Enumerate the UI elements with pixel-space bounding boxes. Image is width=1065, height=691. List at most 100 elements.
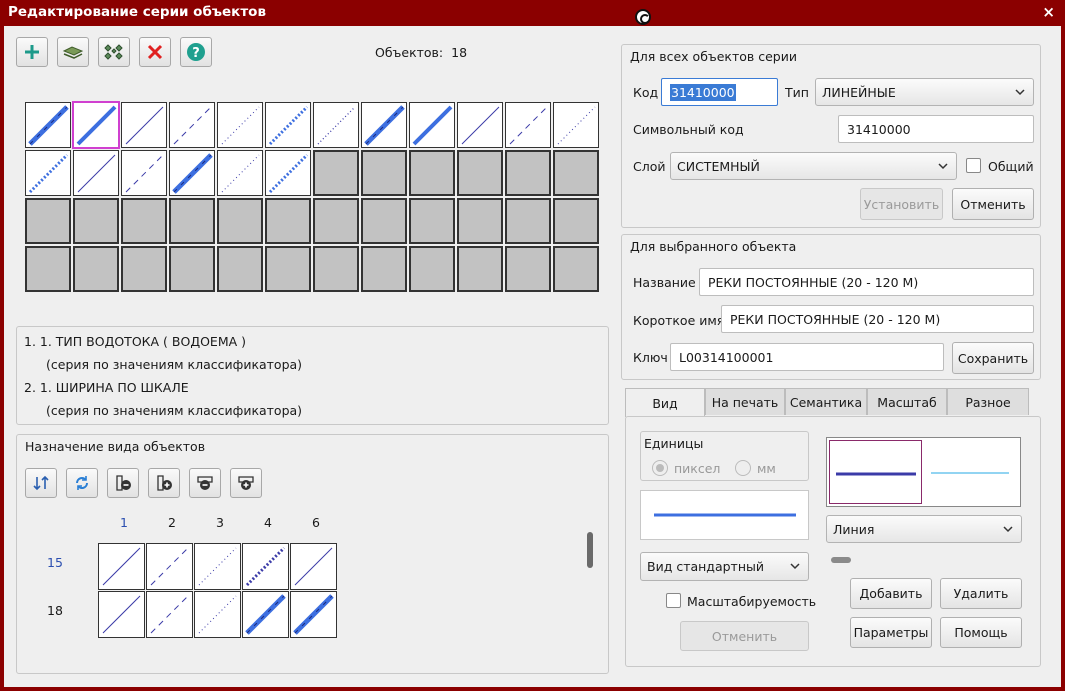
close-button[interactable]: × [1042,3,1055,21]
empty-cell[interactable] [457,246,503,292]
code-input[interactable]: 31410000 [661,78,778,106]
tab-4[interactable]: Разное [947,388,1029,415]
object-cell[interactable] [72,101,120,149]
refresh-button[interactable] [66,468,98,498]
assign-cell[interactable] [194,591,241,638]
empty-cell[interactable] [505,246,551,292]
row-header[interactable]: 18 [47,603,63,618]
object-cell[interactable] [121,102,167,148]
empty-cell[interactable] [457,198,503,244]
object-cell[interactable] [121,150,167,196]
tab-0[interactable]: Вид [625,388,705,417]
title-bar[interactable]: Редактирование серии объектов × [0,0,1065,26]
short-name-input[interactable]: РЕКИ ПОСТОЯННЫЕ (20 - 120 М) [721,305,1034,333]
empty-cell[interactable] [25,198,71,244]
key-input[interactable]: L00314100001 [670,343,944,371]
splitter-handle[interactable] [831,557,851,563]
empty-cell[interactable] [313,150,359,196]
save-button[interactable]: Сохранить [952,342,1034,374]
empty-cell[interactable] [121,198,167,244]
object-cell[interactable] [553,102,599,148]
primitive-1[interactable] [829,440,922,504]
series-item-1-title[interactable]: 1. 1. ТИП ВОДОТОКА ( ВОДОЕМА ) [24,334,246,349]
object-cell[interactable] [505,102,551,148]
tab-2[interactable]: Семантика [785,388,867,415]
assign-cell[interactable] [242,591,289,638]
type-select[interactable]: ЛИНЕЙНЫЕ [815,78,1034,106]
assign-scrollbar[interactable] [587,532,593,568]
object-cell[interactable] [265,150,311,196]
column-header[interactable]: 1 [120,515,128,530]
empty-cell[interactable] [121,246,167,292]
object-cell[interactable] [25,102,71,148]
empty-cell[interactable] [553,198,599,244]
layer-select[interactable]: СИСТЕМНЫЙ [670,152,957,180]
arrange-button[interactable] [25,468,57,498]
empty-cell[interactable] [265,246,311,292]
empty-cell[interactable] [265,198,311,244]
assign-cell[interactable] [146,591,193,638]
empty-cell[interactable] [217,198,263,244]
empty-cell[interactable] [457,150,503,196]
empty-cell[interactable] [409,150,455,196]
scalable-checkbox[interactable] [666,593,681,608]
object-cell[interactable] [265,102,311,148]
remove-column-button[interactable] [107,468,139,498]
add-button[interactable] [16,37,48,67]
empty-cell[interactable] [409,246,455,292]
empty-cell[interactable] [217,246,263,292]
column-header[interactable]: 4 [264,515,272,530]
empty-cell[interactable] [313,246,359,292]
remove-row-button[interactable] [189,468,221,498]
assign-cell[interactable] [98,591,145,638]
object-cell[interactable] [169,150,215,196]
empty-cell[interactable] [73,198,119,244]
column-header[interactable]: 6 [312,515,320,530]
common-checkbox[interactable] [966,158,981,173]
name-input[interactable]: РЕКИ ПОСТОЯННЫЕ (20 - 120 М) [699,268,1034,296]
primitive-type-select[interactable]: Линия [826,515,1022,543]
object-cell[interactable] [457,102,503,148]
assign-cell[interactable] [194,543,241,590]
empty-cell[interactable] [73,246,119,292]
empty-cell[interactable] [313,198,359,244]
column-header[interactable]: 3 [216,515,224,530]
object-cell[interactable] [361,102,407,148]
object-cell[interactable] [73,150,119,196]
object-cell[interactable] [217,150,263,196]
add-row-button[interactable] [230,468,262,498]
series-item-2-title[interactable]: 2. 1. ШИРИНА ПО ШКАЛЕ [24,380,189,395]
unit-mm-radio[interactable] [735,460,751,476]
empty-cell[interactable] [361,150,407,196]
assign-cell[interactable] [242,543,289,590]
empty-cell[interactable] [553,150,599,196]
set-button[interactable]: Установить [860,188,943,220]
assign-cell[interactable] [290,591,337,638]
empty-cell[interactable] [505,150,551,196]
row-header[interactable]: 15 [47,555,63,570]
assign-cell[interactable] [290,543,337,590]
assign-cell[interactable] [146,543,193,590]
empty-cell[interactable] [169,246,215,292]
help-text-button[interactable]: Помощь [940,617,1022,648]
object-cell[interactable] [409,102,455,148]
empty-cell[interactable] [505,198,551,244]
unit-pixel-radio[interactable] [652,460,668,476]
delete-button[interactable] [139,37,171,67]
cancel-view-button[interactable]: Отменить [680,621,809,651]
assign-cell[interactable] [98,543,145,590]
add-primitive-button[interactable]: Добавить [850,578,932,609]
group-button[interactable] [98,37,130,67]
view-standard-select[interactable]: Вид стандартный [640,552,809,581]
help-button[interactable]: ? [180,37,212,67]
empty-cell[interactable] [409,198,455,244]
cancel-all-button[interactable]: Отменить [952,188,1034,220]
tab-1[interactable]: На печать [705,388,785,415]
primitive-2[interactable] [923,440,1016,504]
object-cell[interactable] [313,102,359,148]
object-cell[interactable] [25,150,71,196]
object-cell[interactable] [217,102,263,148]
column-header[interactable]: 2 [168,515,176,530]
empty-cell[interactable] [553,246,599,292]
empty-cell[interactable] [25,246,71,292]
